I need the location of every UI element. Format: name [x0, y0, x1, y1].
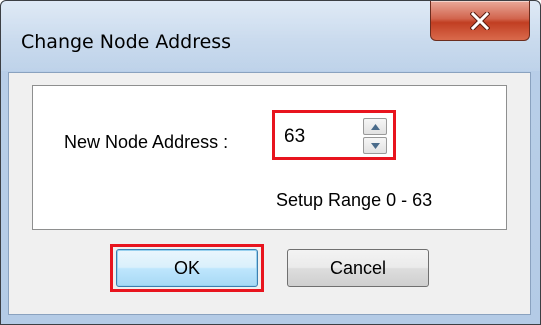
setup-range-text: Setup Range 0 - 63	[276, 190, 433, 210]
address-group-box	[32, 85, 507, 230]
arrow-up-icon	[370, 123, 380, 130]
close-icon	[470, 11, 490, 30]
spin-down-button[interactable]	[363, 137, 387, 154]
cancel-button[interactable]: Cancel	[287, 249, 429, 287]
close-button[interactable]	[430, 1, 530, 41]
dialog-title: Change Node Address	[21, 31, 232, 53]
node-address-label: New Node Address :	[64, 132, 229, 152]
arrow-down-icon	[370, 142, 380, 149]
spin-up-button[interactable]	[363, 118, 387, 135]
node-address-input[interactable]	[278, 115, 360, 155]
ok-button[interactable]: OK	[116, 249, 258, 287]
